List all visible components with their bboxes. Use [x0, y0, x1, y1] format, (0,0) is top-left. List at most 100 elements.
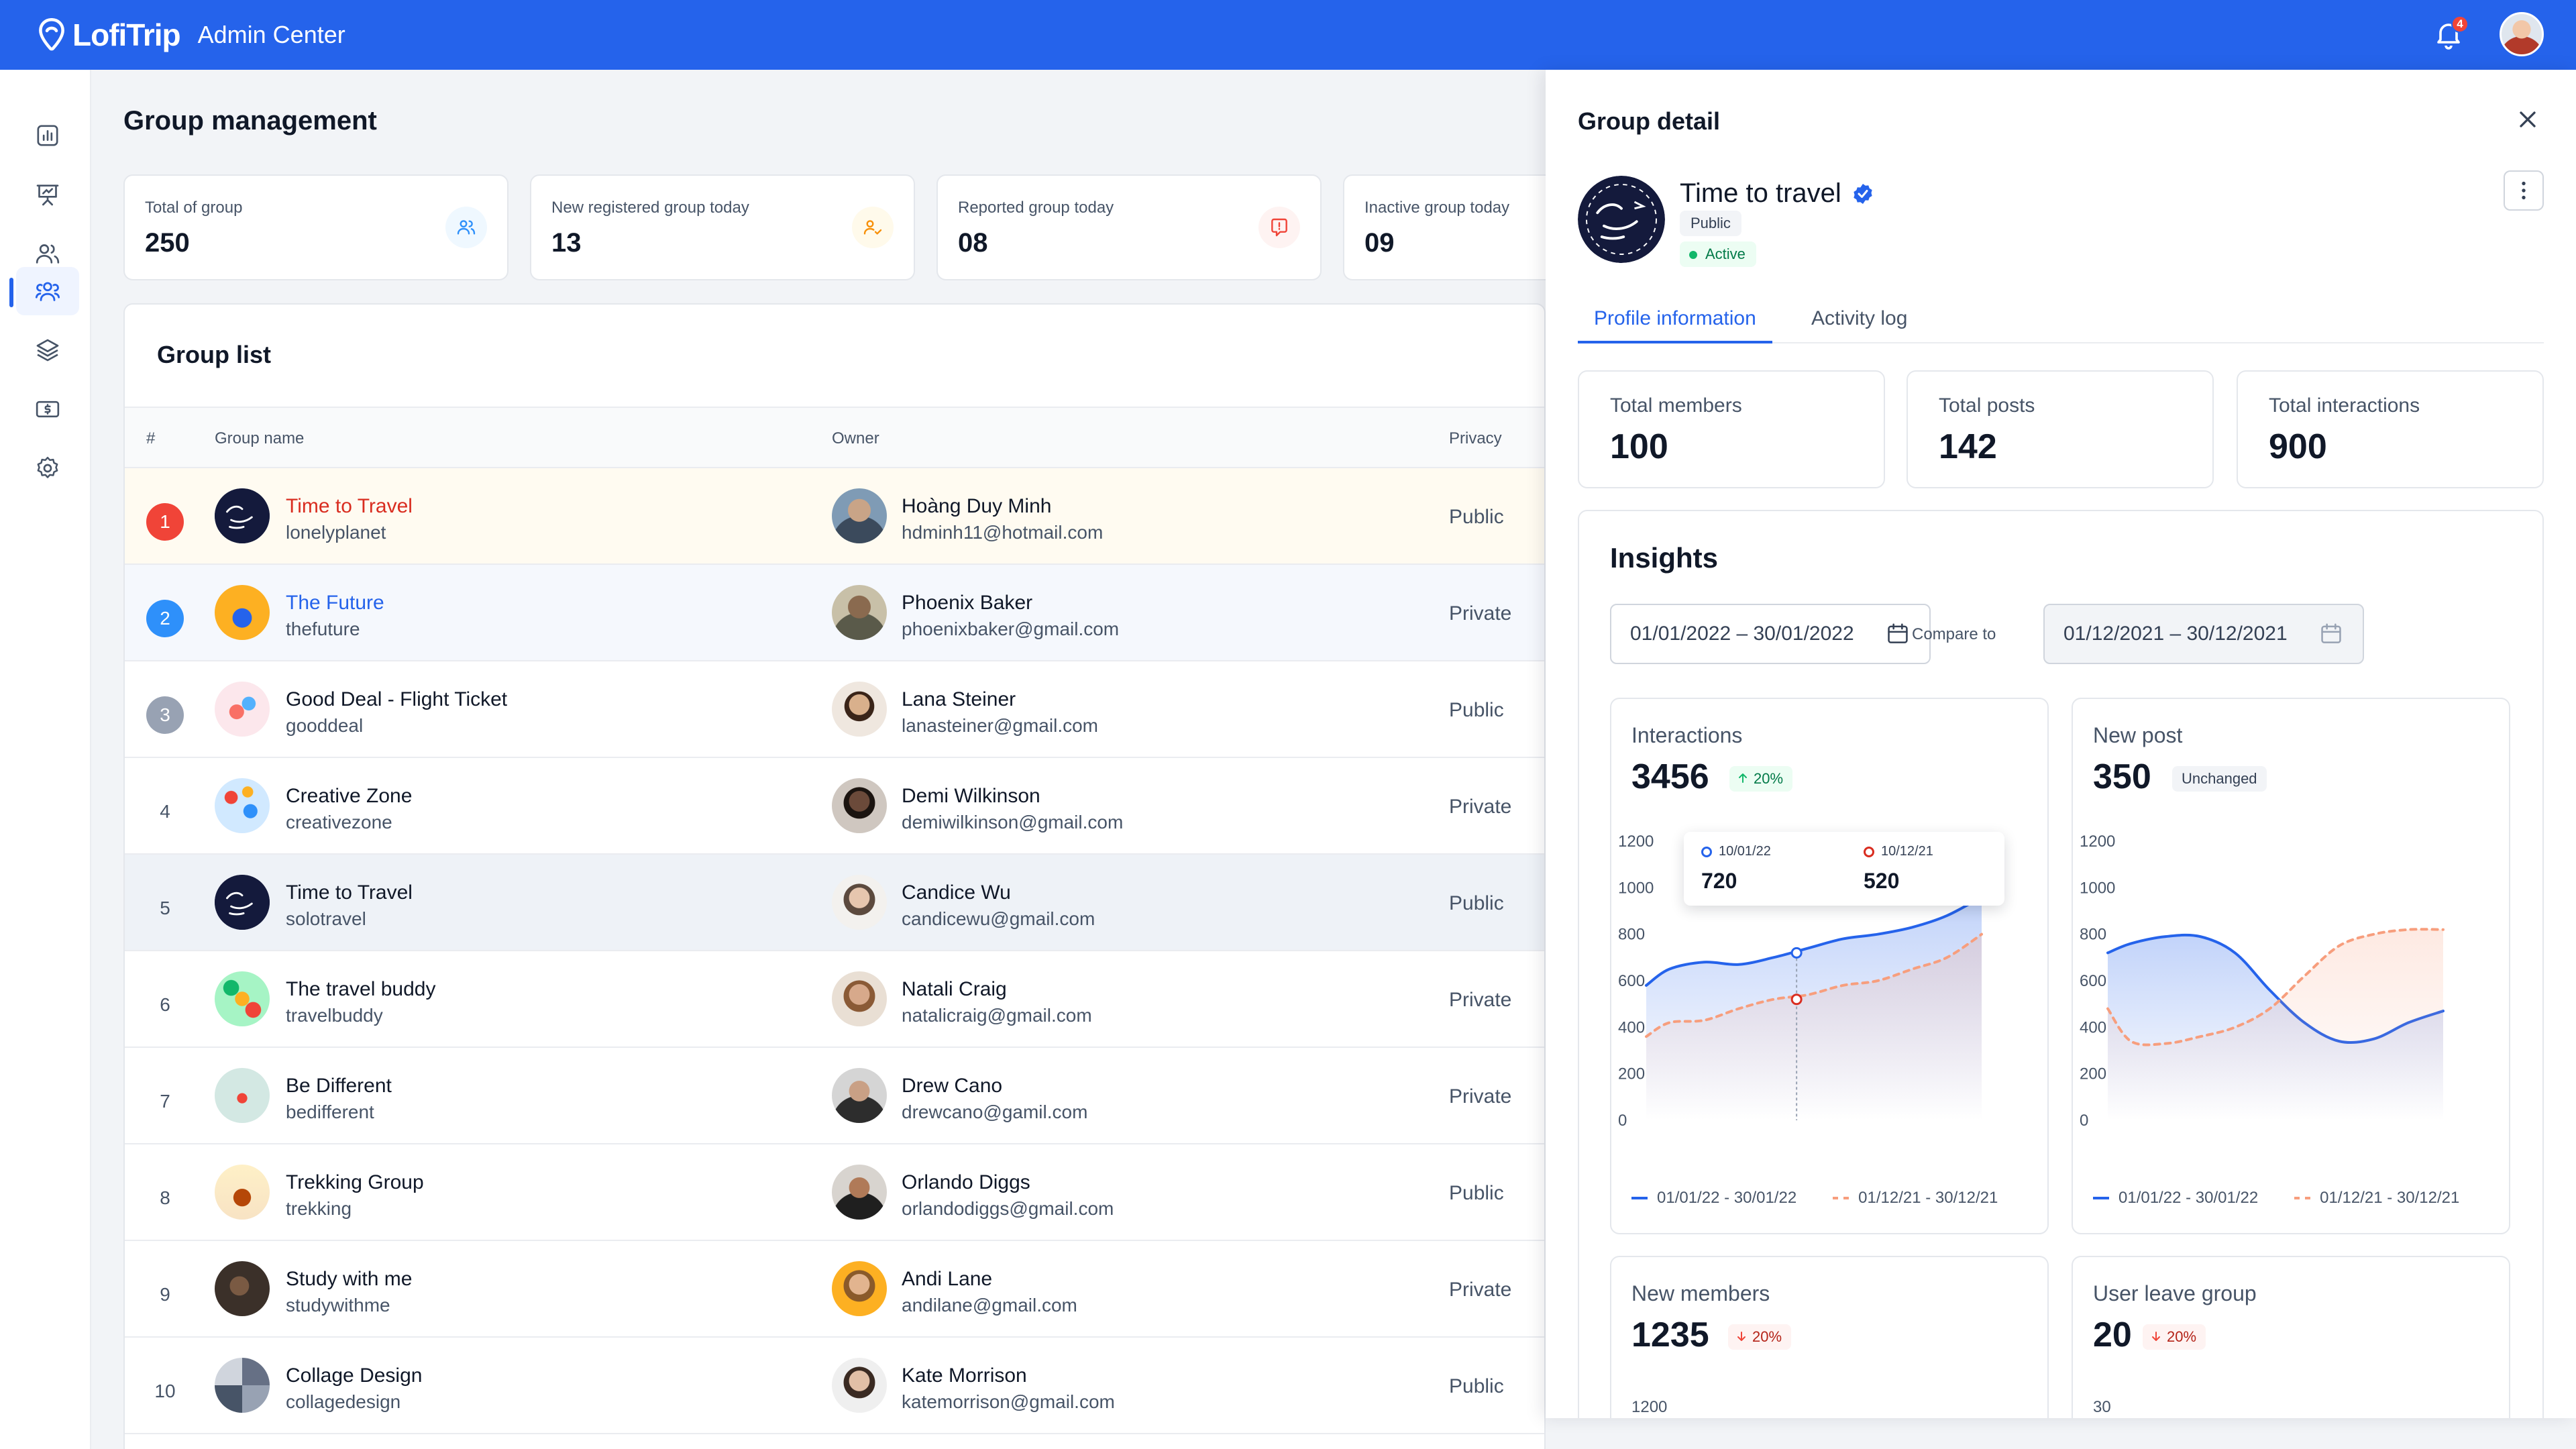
sidebar-item-settings[interactable]	[16, 444, 79, 492]
legend-label: 01/12/21 - 30/12/21	[1858, 1189, 1998, 1207]
sidebar-item-payments[interactable]	[16, 385, 79, 433]
y-tick-label: 400	[1618, 1018, 1645, 1036]
stat-label: Total posts	[1939, 394, 2035, 417]
table-row[interactable]: 10 Collage Design collagedesign Kate Mor…	[125, 1338, 1544, 1434]
chart-new-members: New members 1235 20% 1200	[1610, 1256, 2049, 1418]
notification-count-badge: 4	[2451, 15, 2469, 33]
owner-email: drewcano@gamil.com	[902, 1102, 1088, 1122]
rank-badge: 2	[146, 600, 184, 637]
owner-email: natalicraig@gmail.com	[902, 1005, 1092, 1026]
chart-legend: 01/01/22 - 30/01/22 01/12/21 - 30/12/21	[2093, 1189, 2459, 1208]
table-row[interactable]: 7 Be Different bedifferent Drew Cano dre…	[125, 1048, 1544, 1144]
stat-value: 900	[2269, 427, 2327, 466]
owner-name: Andi Lane	[902, 1268, 993, 1290]
close-icon[interactable]	[2514, 106, 2541, 133]
owner-name: Lana Steiner	[902, 688, 1016, 710]
owner-email: candicewu@gmail.com	[902, 908, 1095, 929]
chart-title: New post	[2093, 723, 2183, 747]
owner-avatar	[832, 971, 887, 1026]
owner-email: orlandodiggs@gmail.com	[902, 1198, 1114, 1219]
date-range-value: 01/01/2022 – 30/01/2022	[1630, 623, 1854, 645]
owner-avatar	[832, 682, 887, 737]
stat-value: 09	[1364, 228, 1395, 258]
sidebar-item-dashboard[interactable]	[16, 111, 79, 160]
owner-name: Orlando Diggs	[902, 1171, 1030, 1193]
chart-new-post: New post 350 Unchanged 1200 1000 800 600 400…	[2072, 698, 2510, 1234]
group-name: The Future	[286, 592, 384, 614]
y-tick-label: 30	[2093, 1398, 2111, 1416]
bar-chart-icon	[37, 125, 58, 146]
chart-value: 1235	[1631, 1316, 1709, 1354]
chart-title: User leave group	[2093, 1281, 2257, 1305]
group-detail-panel: Group detail Time to travel Public Activ…	[1546, 70, 2576, 1418]
table-row[interactable]: 5 Time to Travel solotravel Candice Wu c…	[125, 855, 1544, 951]
table-row[interactable]: 9 Study with me studywithme Andi Lane an…	[125, 1241, 1544, 1338]
group-logo	[1578, 176, 1665, 263]
app-section-title: Admin Center	[197, 21, 345, 48]
user-avatar[interactable]	[2500, 12, 2544, 56]
sidebar-item-groups[interactable]	[16, 267, 79, 315]
sidebar-item-layers[interactable]	[16, 326, 79, 374]
table-row[interactable]: 8 Trekking Group trekking Orlando Diggs …	[125, 1144, 1544, 1241]
owner-avatar	[832, 1068, 887, 1123]
group-avatar	[215, 682, 270, 737]
compare-range-picker[interactable]: 01/12/2021 – 30/12/2021	[2043, 604, 2364, 664]
calendar-icon	[2321, 623, 2341, 643]
table-row[interactable]: 2 The Future thefuture Phoenix Baker pho…	[125, 565, 1544, 661]
calendar-icon	[1888, 623, 1908, 643]
location-pin-icon	[39, 18, 64, 51]
group-avatar	[215, 488, 270, 543]
panel-title: Group detail	[1578, 107, 1721, 135]
tooltip-value: 720	[1701, 869, 1737, 893]
more-options-button[interactable]	[2504, 170, 2544, 211]
change-badge: 20%	[2143, 1324, 2206, 1350]
change-badge: Unchanged	[2172, 766, 2267, 792]
row-index: 10	[154, 1381, 176, 1401]
table-row[interactable]: 3 Good Deal - Flight Ticket gooddeal Lan…	[125, 661, 1544, 758]
chart-title: New members	[1631, 1281, 1770, 1305]
logo[interactable]: LofiTrip	[38, 17, 181, 53]
group-handle: lonelyplanet	[286, 522, 386, 543]
y-tick-label: 1000	[2080, 879, 2115, 897]
y-tick-label: 600	[2080, 972, 2106, 990]
users-icon	[36, 244, 60, 264]
group-handle: thefuture	[286, 619, 360, 639]
owner-email: hdminh11@hotmail.com	[902, 522, 1104, 543]
column-header-owner: Owner	[832, 429, 879, 447]
legend-label: 01/12/21 - 30/12/21	[2320, 1189, 2460, 1207]
y-tick-label: 400	[2080, 1018, 2106, 1036]
row-index: 6	[160, 994, 170, 1015]
row-index: 4	[160, 801, 170, 822]
stat-value: 250	[145, 228, 190, 258]
users-icon	[445, 207, 487, 248]
owner-email: andilane@gmail.com	[902, 1295, 1077, 1316]
group-handle: collagedesign	[286, 1391, 401, 1412]
column-header-group: Group name	[215, 429, 305, 447]
sidebar-item-presentation[interactable]	[16, 170, 79, 219]
tab-profile-information[interactable]: Profile information	[1578, 301, 1772, 343]
stat-total-interactions: Total interactions 900	[2237, 370, 2544, 488]
notifications-button[interactable]: 4	[2432, 15, 2469, 50]
chart-interactions: Interactions 3456 20% 1200 1000 800 600 400 2…	[1610, 698, 2049, 1234]
owner-email: katemorrison@gmail.com	[902, 1391, 1115, 1412]
layers-icon	[36, 339, 59, 362]
user-check-icon	[852, 207, 894, 248]
owner-name: Natali Craig	[902, 978, 1007, 1000]
group-avatar	[215, 1261, 270, 1316]
date-range-picker[interactable]: 01/01/2022 – 30/01/2022	[1610, 604, 1931, 664]
row-index: 7	[160, 1091, 170, 1112]
tooltip-date: 10/01/22	[1719, 844, 1771, 859]
stat-total-posts: Total posts 142	[1907, 370, 2214, 488]
legend-label: 01/01/22 - 30/01/22	[2118, 1189, 2259, 1207]
chart-legend: 01/01/22 - 30/01/22 01/12/21 - 30/12/21	[1631, 1189, 1998, 1208]
insights-card: Insights 01/01/2022 – 30/01/2022 Compare…	[1578, 510, 2544, 1418]
table-row[interactable]: 1 Time to Travel lonelyplanet Hoàng Duy …	[125, 468, 1544, 565]
series-marker-icon	[1701, 846, 1712, 857]
owner-email: lanasteiner@gmail.com	[902, 715, 1098, 736]
group-avatar	[215, 971, 270, 1026]
tab-activity-log[interactable]: Activity log	[1795, 301, 1923, 343]
verified-badge-icon	[1854, 183, 1872, 204]
group-list-title: Group list	[157, 341, 271, 368]
table-row[interactable]: 6 The travel buddy travelbuddy Natali Cr…	[125, 951, 1544, 1048]
table-row[interactable]: 4 Creative Zone creativezone Demi Wilkin…	[125, 758, 1544, 855]
